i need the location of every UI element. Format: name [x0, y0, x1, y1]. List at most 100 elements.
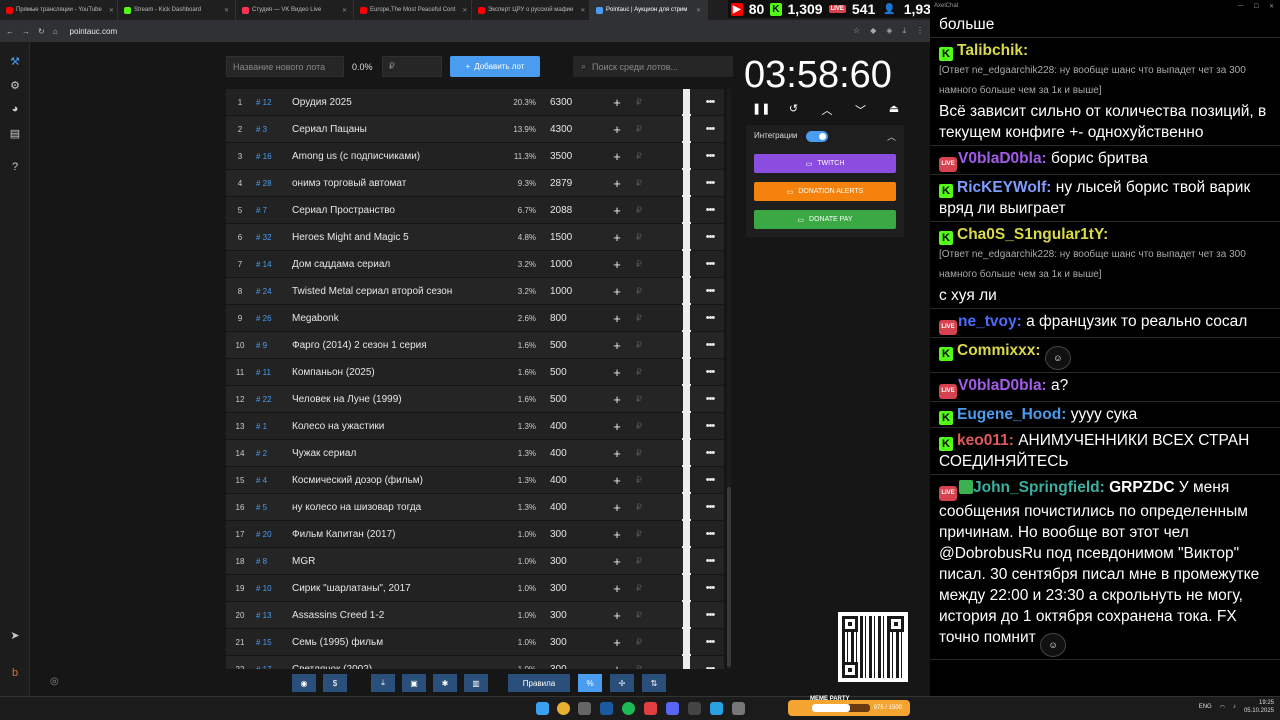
amount-input-field[interactable]: ₽ [634, 89, 644, 115]
add-amount-icon[interactable]: + [612, 89, 622, 115]
dollar-icon[interactable]: $ [323, 674, 347, 692]
scrollbar-thumb[interactable] [727, 487, 731, 667]
minimize-icon[interactable]: — [1238, 3, 1244, 10]
lot-name[interactable]: Компаньон (2025) [292, 359, 502, 385]
lot-amount[interactable]: 400 [550, 494, 590, 520]
lot-amount[interactable]: 500 [550, 386, 590, 412]
close-tab-icon[interactable]: ✕ [576, 7, 585, 14]
delete-lot-button[interactable] [681, 411, 691, 439]
amount-input-field[interactable]: ₽ [634, 521, 644, 547]
steam-icon[interactable] [600, 702, 613, 715]
add-amount-icon[interactable]: + [612, 332, 622, 358]
amount-input-field[interactable]: ₽ [634, 413, 644, 439]
explorer-icon[interactable] [578, 702, 591, 715]
reset-icon[interactable]: ↺ [786, 102, 802, 118]
add-amount-icon[interactable]: + [612, 278, 622, 304]
lot-name[interactable]: Фильм Капитан (2017) [292, 521, 502, 547]
lot-name[interactable]: Twisted Metal сериал второй сезон [292, 278, 502, 304]
delete-lot-button[interactable] [681, 438, 691, 466]
amount-input-field[interactable]: ₽ [634, 143, 644, 169]
more-options-icon[interactable]: ••• [703, 332, 717, 358]
lot-name[interactable]: Among us (с подписчиками) [292, 143, 502, 169]
app-icon[interactable] [644, 702, 657, 715]
help-icon[interactable]: ? [8, 160, 22, 174]
add-amount-icon[interactable]: + [612, 359, 622, 385]
new-lot-amount-input[interactable]: ₽ [382, 56, 442, 77]
bug-icon[interactable]: ✱ [433, 674, 457, 692]
history-icon[interactable]: ▤ [8, 126, 22, 140]
more-options-icon[interactable]: ••• [703, 656, 717, 669]
more-options-icon[interactable]: ••• [703, 494, 717, 520]
add-amount-icon[interactable]: + [612, 548, 622, 574]
download-icon[interactable]: ⤓ [902, 26, 906, 36]
add-amount-icon[interactable]: + [612, 467, 622, 493]
boosty-icon[interactable]: b [8, 666, 22, 680]
lot-name[interactable]: Дом саддама сериал [292, 251, 502, 277]
add-lot-button[interactable]: + Добавить лот [450, 56, 540, 77]
delete-lot-button[interactable] [681, 89, 691, 115]
extension-icon[interactable]: ◆ [870, 26, 876, 36]
add-amount-icon[interactable]: + [612, 656, 622, 670]
add-amount-icon[interactable]: + [612, 305, 622, 331]
center-icon[interactable]: ✢ [610, 674, 634, 692]
obs-icon[interactable] [688, 702, 701, 715]
amount-input-field[interactable]: ₽ [634, 602, 644, 628]
delete-lot-button[interactable] [681, 465, 691, 493]
lot-name[interactable]: Колесо на ужастики [292, 413, 502, 439]
more-options-icon[interactable]: ••• [703, 440, 717, 466]
amount-input-field[interactable]: ₽ [634, 548, 644, 574]
lot-amount[interactable]: 300 [550, 656, 590, 670]
delete-lot-button[interactable] [681, 168, 691, 196]
lot-amount[interactable]: 2088 [550, 197, 590, 223]
add-amount-icon[interactable]: + [612, 197, 622, 223]
close-icon[interactable]: ✕ [1269, 3, 1274, 10]
pause-icon[interactable]: ❚❚ [752, 102, 770, 118]
delete-lot-button[interactable] [681, 195, 691, 223]
amount-input-field[interactable]: ₽ [634, 575, 644, 601]
delete-lot-button[interactable] [681, 519, 691, 547]
extension-icon[interactable]: ◈ [886, 26, 892, 36]
chevron-up-icon[interactable]: ︿ [887, 130, 896, 143]
add-amount-icon[interactable]: + [612, 143, 622, 169]
spotify-icon[interactable] [622, 702, 635, 715]
add-amount-icon[interactable]: + [612, 521, 622, 547]
reload-icon[interactable]: ↻ [38, 27, 45, 36]
lot-amount[interactable]: 400 [550, 467, 590, 493]
browser-tab[interactable]: Pointauc | Аукцион для стрим ✕ [590, 0, 708, 20]
lot-name[interactable]: онимэ торговый автомат [292, 170, 502, 196]
add-amount-icon[interactable]: + [612, 629, 622, 655]
url-field[interactable]: pointauc.com [70, 27, 118, 36]
amount-input-field[interactable]: ₽ [634, 467, 644, 493]
lot-name[interactable]: Семь (1995) фильм [292, 629, 502, 655]
add-amount-icon[interactable]: + [612, 116, 622, 142]
discord-icon[interactable] [666, 702, 679, 715]
add-amount-icon[interactable]: + [612, 575, 622, 601]
bookmark-star-icon[interactable]: ☆ [853, 26, 860, 36]
delete-lot-button[interactable] [681, 384, 691, 412]
integrations-toggle[interactable] [806, 131, 828, 142]
delete-lot-button[interactable] [681, 249, 691, 277]
lot-name[interactable]: MGR [292, 548, 502, 574]
settings-icon[interactable]: ⚙ [8, 78, 22, 92]
add-amount-icon[interactable]: + [612, 251, 622, 277]
lot-name[interactable]: Фарго (2014) 2 сезон 1 серия [292, 332, 502, 358]
add-amount-icon[interactable]: + [612, 413, 622, 439]
clock[interactable]: 19:25 05.10.2025 [1244, 699, 1274, 715]
lot-name[interactable]: Assassins Creed 1-2 [292, 602, 502, 628]
menu-icon[interactable]: ⋮ [916, 26, 924, 36]
amount-input-field[interactable]: ₽ [634, 278, 644, 304]
eye-icon[interactable]: ◎ [50, 676, 59, 687]
more-options-icon[interactable]: ••• [703, 224, 717, 250]
more-options-icon[interactable]: ••• [703, 359, 717, 385]
maximize-icon[interactable]: ☐ [1254, 3, 1259, 10]
lot-amount[interactable]: 6300 [550, 89, 590, 115]
delete-lot-button[interactable] [681, 276, 691, 304]
add-amount-icon[interactable]: + [612, 440, 622, 466]
chevron-up-icon[interactable]: ︿ [819, 102, 835, 118]
delete-lot-button[interactable] [681, 141, 691, 169]
more-options-icon[interactable]: ••• [703, 278, 717, 304]
amount-input-field[interactable]: ₽ [634, 305, 644, 331]
amount-input-field[interactable]: ₽ [634, 251, 644, 277]
lot-name[interactable]: Орудия 2025 [292, 89, 502, 115]
lot-name[interactable]: ну колесо на шизовар тогда [292, 494, 502, 520]
